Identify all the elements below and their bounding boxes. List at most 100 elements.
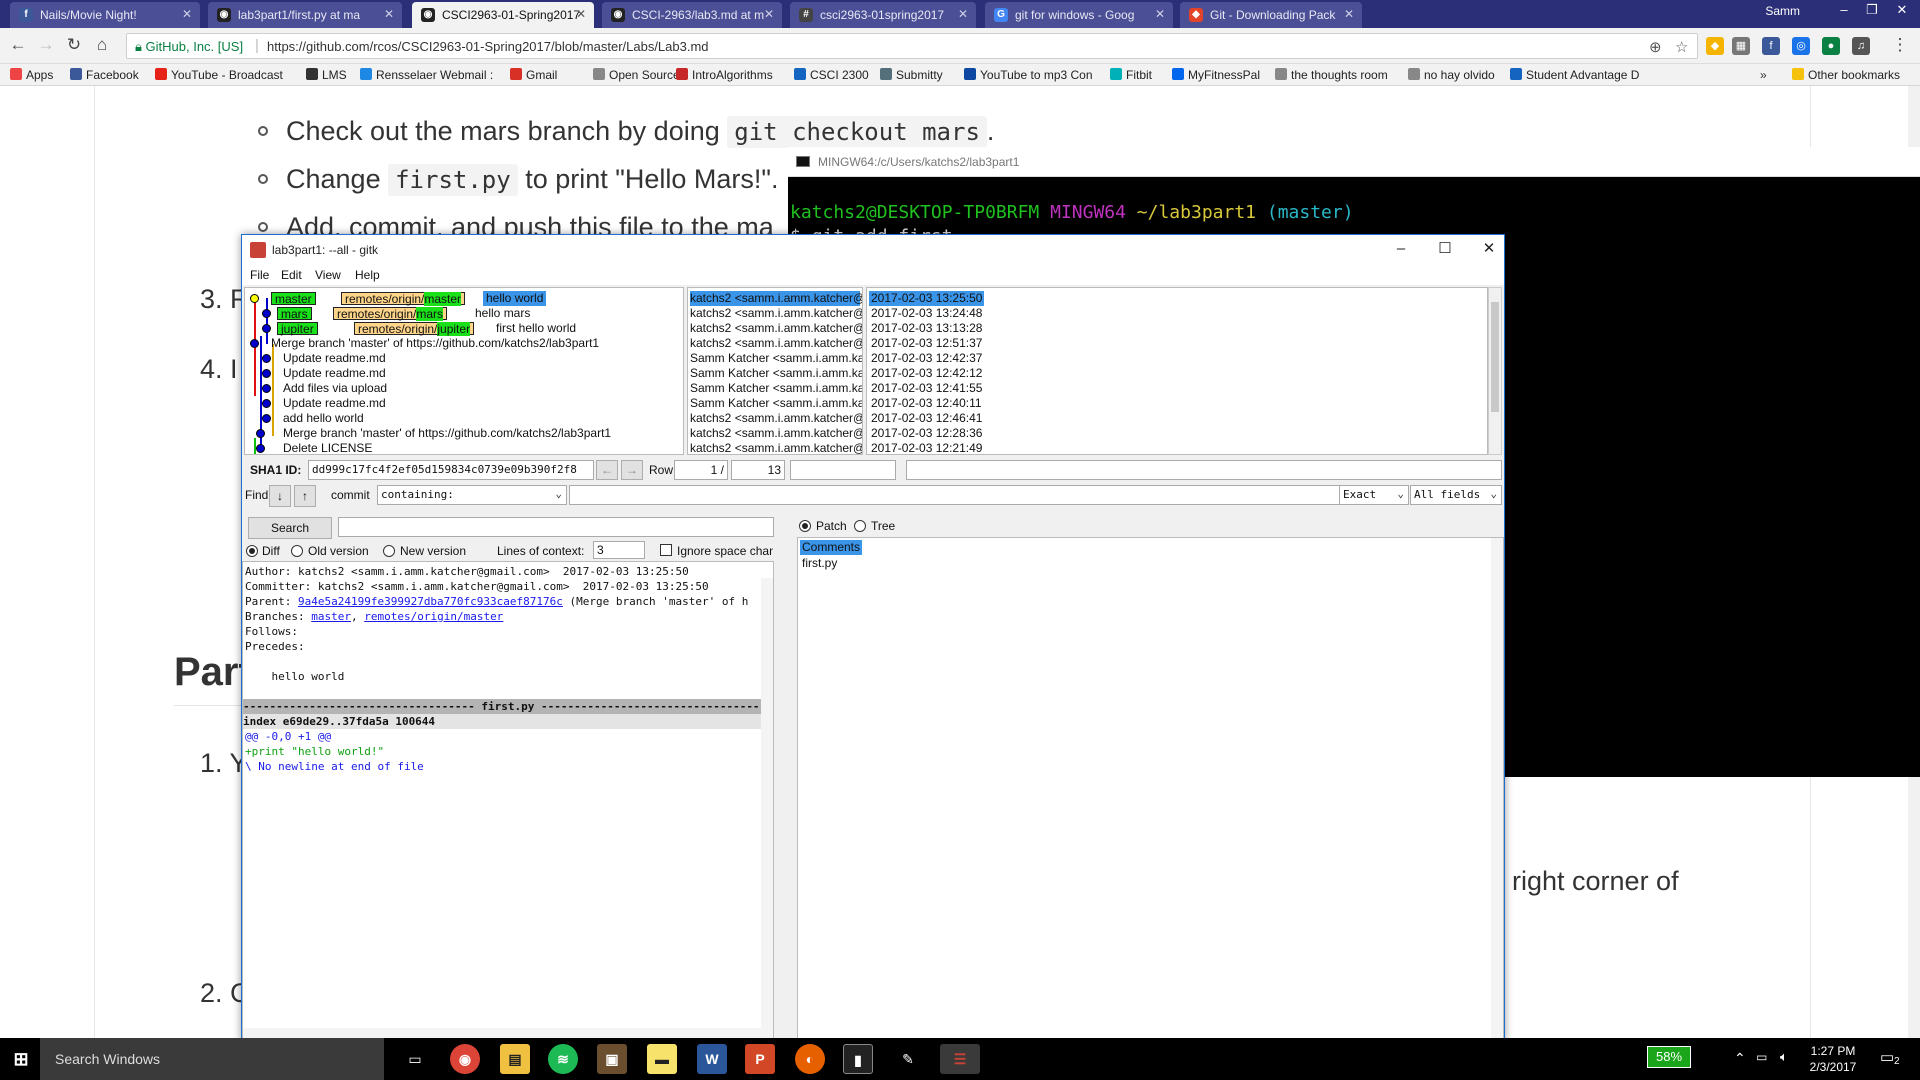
terminal-titlebar[interactable]: MINGW64:/c/Users/katchs2/lab3part1	[788, 147, 1920, 177]
commit-node[interactable]	[262, 369, 271, 378]
commit-author-pane[interactable]: katchs2 <samm.i.amm.katcher@gmakatchs2 <…	[687, 287, 863, 455]
extension-icon[interactable]: ♫	[1852, 37, 1870, 55]
browser-tab[interactable]: ◉ CSCI2963-01-Spring2017 ✕	[412, 2, 594, 28]
bookmark-item[interactable]: Fitbit	[1110, 68, 1152, 82]
commit-date-row[interactable]: 2017-02-03 12:40:11	[869, 396, 984, 411]
commit-message-row[interactable]: Merge branch 'master' of https://github.…	[283, 426, 611, 441]
bookmark-item[interactable]: MyFitnessPal	[1172, 68, 1260, 82]
commit-date-row[interactable]: 2017-02-03 13:13:28	[869, 321, 984, 336]
commit-date-row[interactable]: 2017-02-03 13:24:48	[869, 306, 984, 321]
browser-tab[interactable]: ◉ CSCI-2963/lab3.md at m ✕	[602, 2, 782, 28]
app-icon[interactable]: ▣	[597, 1044, 627, 1074]
task-view-icon[interactable]: ▭	[400, 1044, 430, 1074]
address-bar[interactable]: 🔒︎ GitHub, Inc. [US] | https://github.co…	[126, 33, 1698, 59]
commit-message-row[interactable]: first hello world	[496, 321, 576, 336]
branch-ref-label[interactable]: remotes/origin/master	[341, 292, 466, 306]
commit-author-row[interactable]: katchs2 <samm.i.amm.katcher@gma	[690, 411, 862, 426]
extension-icon[interactable]: ▦	[1732, 37, 1750, 55]
bookmark-item[interactable]: Submitty	[880, 68, 943, 82]
diff-scrollbar[interactable]	[761, 578, 773, 1028]
more-bookmarks-icon[interactable]: »	[1760, 68, 1767, 82]
notifications-icon[interactable]: ▭	[1880, 1048, 1894, 1066]
bookmark-item[interactable]: Open Source	[593, 68, 680, 82]
commit-author-row[interactable]: Samm Katcher <samm.i.amm.katcher	[690, 351, 862, 366]
tab-close-icon[interactable]: ✕	[958, 7, 968, 21]
branch-ref-label[interactable]: jupiter	[277, 322, 318, 336]
commit-date-row[interactable]: 2017-02-03 12:42:12	[869, 366, 984, 381]
bookmark-item[interactable]: Student Advantage D	[1510, 68, 1639, 82]
file-list-pane[interactable]: Comments first.py	[797, 537, 1504, 1041]
file-list-comments[interactable]: Comments	[800, 540, 863, 555]
clock-date[interactable]: 2/3/2017	[1806, 1060, 1860, 1074]
bookmark-item[interactable]: LMS	[306, 68, 347, 82]
forward-icon[interactable]: →	[36, 36, 56, 56]
terminal-icon[interactable]: ▮	[843, 1044, 873, 1074]
spotify-icon[interactable]: ≋	[548, 1044, 578, 1074]
find-type-select[interactable]: containing: ⌄	[377, 485, 567, 505]
old-version-radio[interactable]	[291, 545, 303, 557]
commit-node[interactable]	[262, 414, 271, 423]
commit-date-row[interactable]: 2017-02-03 12:28:36	[869, 426, 984, 441]
commit-author-row[interactable]: katchs2 <samm.i.amm.katcher@gma	[690, 306, 862, 321]
bookmark-star-icon[interactable]: ☆	[1675, 38, 1688, 56]
start-windows-icon[interactable]: ⊞	[6, 1044, 36, 1074]
find-input[interactable]	[569, 485, 1340, 505]
commit-author-row[interactable]: katchs2 <samm.i.amm.katcher@gma	[690, 291, 862, 306]
menu-view[interactable]: View	[315, 268, 341, 282]
bookmark-item[interactable]: the thoughts room	[1275, 68, 1388, 82]
branch-ref-label[interactable]: remotes/origin/mars	[333, 307, 448, 321]
commit-author-row[interactable]: katchs2 <samm.i.amm.katcher@gma	[690, 426, 862, 441]
bookmark-item[interactable]: Apps	[10, 68, 53, 82]
commit-author-row[interactable]: katchs2 <samm.i.amm.katcher@gma	[690, 321, 862, 336]
powerpoint-icon[interactable]: P	[745, 1044, 775, 1074]
forward-arrow-icon[interactable]: →	[621, 460, 643, 480]
commit-message-row[interactable]: Delete LICENSE	[283, 441, 372, 454]
commit-message-row[interactable]: Update readme.md	[283, 366, 386, 381]
extension-icon[interactable]: ◆	[1706, 37, 1724, 55]
commit-date-row[interactable]: 2017-02-03 13:25:50	[869, 291, 985, 306]
branch-ref-label[interactable]: remotes/origin/jupiter	[354, 322, 475, 336]
firefox-icon[interactable]: ◐	[795, 1044, 825, 1074]
branch-link[interactable]: master	[311, 610, 351, 623]
restore-icon[interactable]: ❐	[1858, 0, 1886, 22]
tree-radio[interactable]	[854, 520, 866, 532]
commit-message-row[interactable]: Update readme.md	[283, 396, 386, 411]
browser-tab[interactable]: # csci2963-01spring2017 ✕	[790, 2, 976, 28]
commit-message-row[interactable]: add hello world	[283, 411, 364, 426]
commit-list-scrollbar[interactable]	[1488, 287, 1502, 455]
commit-message-row[interactable]: Merge branch 'master' of https://github.…	[271, 336, 599, 351]
commit-node[interactable]	[256, 444, 265, 453]
url-text[interactable]: https://github.com/rcos/CSCI2963-01-Spri…	[267, 39, 709, 54]
bookmark-item[interactable]: Facebook	[70, 68, 139, 82]
bookmark-item[interactable]: no hay olvido	[1408, 68, 1495, 82]
commit-date-pane[interactable]: 2017-02-03 13:25:50 2017-02-03 13:24:48 20…	[866, 287, 1488, 455]
diff-radio[interactable]	[246, 545, 258, 557]
commit-author-row[interactable]: Samm Katcher <samm.i.amm.katcher	[690, 381, 862, 396]
tab-close-icon[interactable]: ✕	[384, 7, 394, 21]
battery-icon[interactable]: ▭	[1756, 1050, 1767, 1064]
back-icon[interactable]: ←	[8, 36, 28, 56]
other-bookmarks[interactable]: Other bookmarks	[1792, 68, 1900, 82]
file-list-scrollbar[interactable]	[1491, 538, 1503, 1040]
commit-message-row[interactable]: Add files via upload	[283, 381, 387, 396]
sticky-notes-icon[interactable]: ▬	[647, 1044, 677, 1074]
tab-close-icon[interactable]: ✕	[182, 7, 192, 21]
bookmark-item[interactable]: YouTube - Broadcast	[155, 68, 283, 82]
extension-icon[interactable]: ◎	[1792, 37, 1810, 55]
commit-author-row[interactable]: katchs2 <samm.i.amm.katcher@gma	[690, 336, 862, 351]
commit-author-row[interactable]: katchs2 <samm.i.amm.katcher@gma	[690, 441, 862, 454]
branch-ref-label[interactable]: master	[271, 292, 316, 306]
pen-icon[interactable]: ✎	[893, 1044, 923, 1074]
search-button[interactable]: Search	[248, 517, 332, 539]
diff-pane[interactable]: Author: katchs2 <samm.i.amm.katcher@gmai…	[242, 561, 774, 1041]
commit-author-row[interactable]: Samm Katcher <samm.i.amm.katcher	[690, 366, 862, 381]
commit-node[interactable]	[256, 429, 265, 438]
browser-tab[interactable]: ◉ lab3part1/first.py at ma ✕	[208, 2, 402, 28]
commit-date-row[interactable]: 2017-02-03 12:46:41	[869, 411, 984, 426]
close-icon[interactable]: ✕	[1474, 239, 1504, 261]
bookmark-item[interactable]: Rensselaer Webmail :	[360, 68, 493, 82]
commit-date-row[interactable]: 2017-02-03 12:51:37	[869, 336, 984, 351]
menu-edit[interactable]: Edit	[281, 268, 302, 282]
find-down-arrow-icon[interactable]: ↓	[269, 485, 291, 507]
tab-close-icon[interactable]: ✕	[576, 7, 586, 21]
